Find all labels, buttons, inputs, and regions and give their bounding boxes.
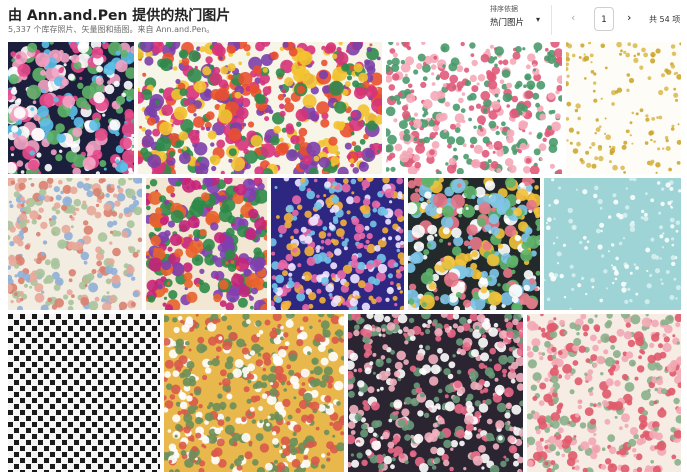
dark-navy-flower-pattern[interactable]	[8, 42, 134, 174]
beige-vintage-flower-pattern-image	[8, 178, 142, 310]
white-small-pink-flower-pattern-image	[386, 42, 562, 174]
dark-white-blossom-pattern-image	[348, 314, 523, 472]
colorful-folk-floral-pattern-image	[138, 42, 382, 174]
chevron-right-icon[interactable]: ›	[627, 11, 631, 24]
houndstooth-pattern[interactable]	[8, 314, 160, 472]
dark-bouquet-flower-pattern[interactable]	[408, 178, 540, 310]
dark-navy-flower-pattern-image	[8, 42, 134, 174]
chevron-left-icon[interactable]: ‹	[571, 11, 575, 24]
mustard-small-floral-pattern-image	[164, 314, 344, 472]
page-total-label: 共 54 项	[649, 15, 681, 24]
dark-bouquet-flower-pattern-image	[408, 178, 540, 310]
teal-snow-dots-pattern-image	[544, 178, 681, 310]
sort-dropdown-value: 热门图片	[490, 18, 525, 28]
white-gold-dots-pattern[interactable]	[566, 42, 681, 174]
sort-label: 排序依据	[490, 5, 518, 13]
colorful-folk-floral-pattern[interactable]	[138, 42, 382, 174]
teal-snow-dots-pattern[interactable]	[544, 178, 681, 310]
light-pink-flower-pattern-image	[527, 314, 681, 472]
header-divider	[551, 5, 552, 35]
blue-purple-tiny-flower-pattern[interactable]	[271, 178, 404, 310]
white-gold-dots-pattern-image	[566, 42, 681, 174]
white-small-pink-flower-pattern[interactable]	[386, 42, 562, 174]
page-header: 由 Ann.and.Pen 提供的热门图片 5,337 个库存照片、矢量图和插图…	[0, 0, 687, 40]
page-number-input[interactable]: 1	[594, 7, 614, 31]
mustard-small-floral-pattern[interactable]	[164, 314, 344, 472]
cream-vivid-floral-pattern[interactable]	[146, 178, 267, 310]
beige-vintage-flower-pattern[interactable]	[8, 178, 142, 310]
dark-white-blossom-pattern[interactable]	[348, 314, 523, 472]
blue-purple-tiny-flower-pattern-image	[271, 178, 404, 310]
sort-dropdown[interactable]: 热门图片 ▾	[490, 15, 540, 28]
chevron-down-icon: ▾	[535, 15, 540, 24]
result-count-subtitle: 5,337 个库存照片、矢量图和插图。来自 Ann.and.Pen。	[8, 25, 215, 34]
cream-vivid-floral-pattern-image	[146, 178, 267, 310]
page-title: 由 Ann.and.Pen 提供的热门图片	[8, 8, 231, 24]
light-pink-flower-pattern[interactable]	[527, 314, 681, 472]
houndstooth-pattern-image	[8, 314, 160, 472]
